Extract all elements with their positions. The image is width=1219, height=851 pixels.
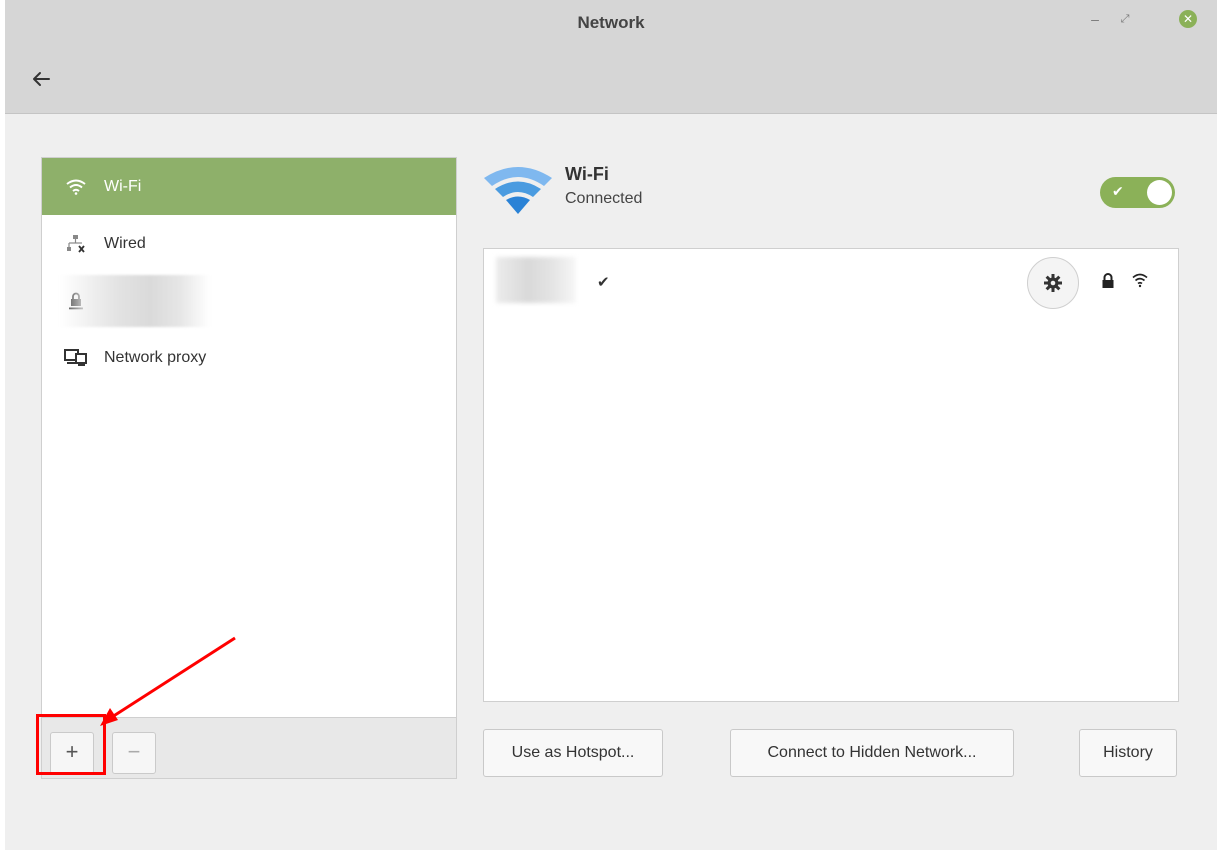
sidebar-item-wifi[interactable]: Wi-Fi [42,158,456,215]
sidebar-item-network-proxy[interactable]: Network proxy [42,329,456,386]
redacted-network-name [496,257,576,303]
network-settings-window: Network – ⤢ ✕ Wi-Fi Wired Network proxy … [5,0,1217,850]
wired-network-icon [62,234,90,254]
maximize-button[interactable]: ⤢ [1118,10,1132,28]
toggle-knob [1147,180,1172,205]
use-as-hotspot-button[interactable]: Use as Hotspot... [483,729,663,777]
redacted-vpn-name [60,275,210,327]
check-icon: ✔ [1112,183,1124,199]
network-settings-button[interactable] [1027,257,1079,309]
network-list: ✔ [483,248,1179,702]
lock-icon [1100,273,1116,294]
network-sidebar: Wi-Fi Wired Network proxy + − [41,157,457,779]
wifi-large-icon [482,162,554,220]
close-button[interactable]: ✕ [1179,10,1197,28]
sidebar-item-label: Wired [104,234,146,252]
minimize-button[interactable]: – [1088,10,1102,28]
sidebar-item-label: Network proxy [104,348,207,366]
sidebar-item-wired[interactable]: Wired [42,215,456,272]
wifi-connection-status: Connected [565,190,643,207]
gear-icon [1044,274,1062,292]
wifi-heading: Wi-Fi [565,164,609,184]
connect-hidden-network-button[interactable]: Connect to Hidden Network... [730,729,1014,777]
back-arrow-icon [33,72,50,86]
network-row[interactable]: ✔ [484,249,1178,309]
wifi-icon [62,179,90,195]
history-button[interactable]: History [1079,729,1177,777]
highlight-box [36,714,106,775]
wifi-toggle-switch[interactable]: ✔ [1100,177,1175,208]
remove-connection-button[interactable]: − [112,732,156,774]
sidebar-item-label: Wi-Fi [104,177,142,195]
title-bar: Network – ⤢ ✕ [5,0,1217,114]
network-proxy-icon [62,348,90,368]
wifi-signal-icon [1132,273,1148,293]
connected-check-icon: ✔ [597,274,610,291]
window-title: Network [577,13,645,32]
back-button[interactable] [27,64,57,94]
